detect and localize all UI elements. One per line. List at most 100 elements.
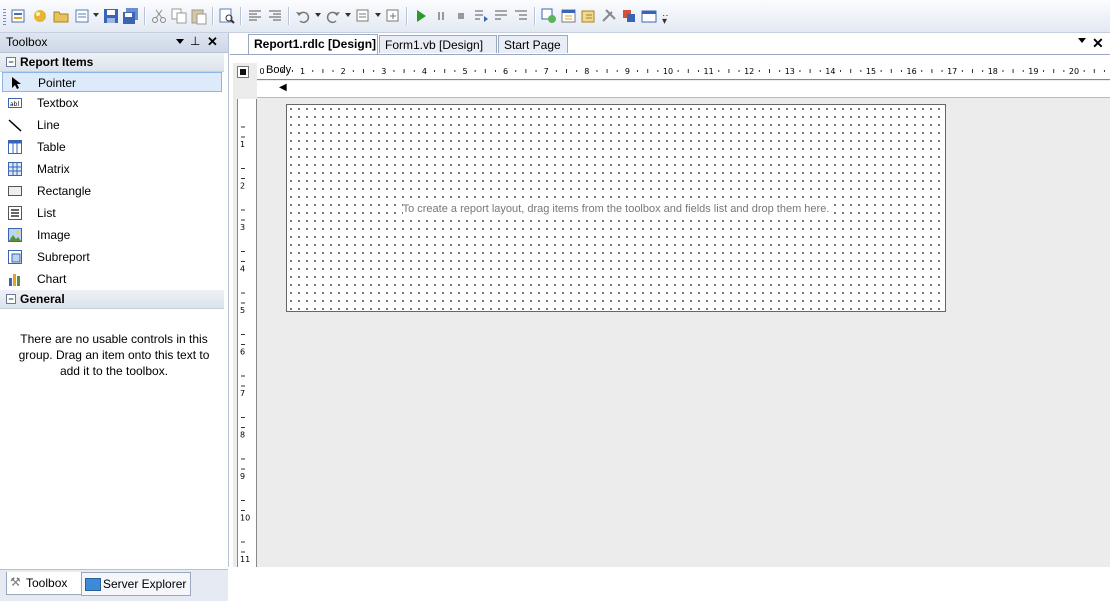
tab-toolbox[interactable]: ⚒ Toolbox bbox=[6, 572, 82, 595]
tab-report1-design[interactable]: Report1.rdlc [Design] bbox=[248, 34, 378, 54]
pointer-icon bbox=[12, 77, 21, 89]
collapse-icon[interactable]: − bbox=[6, 57, 16, 67]
stop-icon[interactable] bbox=[452, 7, 470, 25]
tab-form1-design[interactable]: Form1.vb [Design] bbox=[379, 35, 497, 53]
svg-text:abl: abl bbox=[10, 101, 19, 108]
auto-hide-pin-icon[interactable]: ⊥ bbox=[190, 34, 200, 48]
save-icon[interactable] bbox=[102, 7, 120, 25]
navigate-backward-icon[interactable] bbox=[354, 7, 372, 25]
ruler-tick-label: 8 bbox=[240, 431, 245, 440]
ruler-tick-label: 0 bbox=[259, 67, 264, 76]
new-project-icon[interactable] bbox=[10, 7, 28, 25]
horizontal-ruler: 0 1 2 3 4 5 6 7 8 9 10 11 12 13 14 15 16 17 18 19 20 bbox=[257, 63, 1110, 80]
ruler-tick-label: 11 bbox=[240, 555, 250, 564]
start-debugging-icon[interactable] bbox=[412, 7, 430, 25]
ruler-tick-label: 16 bbox=[907, 67, 917, 76]
category-label: Report Items bbox=[20, 55, 94, 69]
toolbox-title: Toolbox bbox=[6, 35, 48, 49]
chevron-down-icon[interactable] bbox=[315, 13, 321, 17]
toolbox-item-pointer[interactable]: Pointer bbox=[2, 72, 222, 92]
chevron-down-icon[interactable] bbox=[93, 13, 99, 17]
ruler-tick-label: 9 bbox=[240, 472, 245, 481]
navigate-forward-icon[interactable] bbox=[384, 7, 402, 25]
toolbox-item-image[interactable]: Image bbox=[2, 225, 222, 245]
cut-icon[interactable] bbox=[150, 7, 168, 25]
toolbar-overflow-icon[interactable]: ‥ ▾ bbox=[662, 9, 669, 27]
find-icon[interactable] bbox=[218, 7, 236, 25]
toolbox-item-label: Rectangle bbox=[37, 184, 92, 198]
ruler-tick-label: 3 bbox=[381, 67, 386, 76]
step-over-icon[interactable] bbox=[492, 7, 510, 25]
toolbox-item-line[interactable]: Line bbox=[2, 115, 222, 135]
body-selector-icon[interactable]: ◀ bbox=[279, 82, 287, 93]
toolbox-item-subreport[interactable]: Subreport bbox=[2, 247, 222, 267]
vertical-ruler: 1 2 3 4 5 6 7 8 9 10 11 bbox=[237, 99, 257, 567]
ruler-tick-label: 20 bbox=[1069, 67, 1079, 76]
toolbox-item-list[interactable]: List bbox=[2, 203, 222, 223]
step-out-icon[interactable] bbox=[512, 7, 530, 25]
add-new-item-icon[interactable] bbox=[73, 7, 91, 25]
other-windows-icon[interactable] bbox=[640, 7, 658, 25]
toolbox-icon[interactable] bbox=[600, 7, 618, 25]
save-all-icon[interactable] bbox=[122, 7, 140, 25]
ruler-tick-label: 10 bbox=[240, 514, 250, 523]
ruler-tick-label: 7 bbox=[544, 67, 549, 76]
toolbox-item-label: Image bbox=[37, 228, 71, 242]
toolbar-grip[interactable] bbox=[3, 9, 6, 25]
toolbox-item-matrix[interactable]: Matrix bbox=[2, 159, 222, 179]
chevron-down-icon[interactable] bbox=[345, 13, 351, 17]
toolbox-item-chart[interactable]: Chart bbox=[2, 269, 222, 289]
tab-server-explorer[interactable]: Server Explorer bbox=[81, 572, 191, 596]
ruler-tick-label: 4 bbox=[240, 265, 245, 274]
report-body-canvas[interactable]: To create a report layout, drag items fr… bbox=[286, 104, 946, 312]
step-into-icon[interactable] bbox=[472, 7, 490, 25]
toolbox-item-label: Table bbox=[37, 140, 66, 154]
textbox-icon: abl bbox=[8, 98, 22, 108]
close-document-icon[interactable]: ✕ bbox=[1092, 35, 1104, 52]
category-report-items[interactable]: − Report Items bbox=[0, 53, 224, 72]
category-general[interactable]: − General bbox=[0, 290, 224, 309]
body-section-bar: ◀ bbox=[257, 81, 1110, 98]
align-left-icon[interactable] bbox=[246, 7, 264, 25]
toolbox-close-icon[interactable]: ✕ bbox=[207, 34, 218, 50]
design-surface-hint: To create a report layout, drag items fr… bbox=[287, 203, 945, 215]
toolbox-item-rectangle[interactable]: Rectangle bbox=[2, 181, 222, 201]
ruler-tick-label: 17 bbox=[947, 67, 957, 76]
ruler-tick-label: 11 bbox=[704, 67, 714, 76]
rectangle-icon bbox=[8, 186, 22, 196]
active-files-menu-icon[interactable] bbox=[1078, 38, 1086, 43]
paste-icon[interactable] bbox=[190, 7, 208, 25]
tab-start-page[interactable]: Start Page bbox=[498, 35, 568, 53]
toolbox-item-label: Subreport bbox=[37, 250, 90, 264]
open-file-icon[interactable] bbox=[52, 7, 70, 25]
standard-toolbar: ‥ ▾ bbox=[0, 0, 1110, 33]
copy-icon[interactable] bbox=[170, 7, 188, 25]
toolbox-item-table[interactable]: Table bbox=[2, 137, 222, 157]
ruler-corner-button[interactable] bbox=[237, 66, 249, 78]
add-item-icon[interactable] bbox=[31, 7, 49, 25]
window-position-menu-icon[interactable] bbox=[176, 39, 184, 44]
align-right-icon[interactable] bbox=[266, 7, 284, 25]
class-view-icon[interactable] bbox=[620, 7, 638, 25]
ruler-tick-label: 4 bbox=[422, 67, 427, 76]
collapse-icon[interactable]: − bbox=[6, 294, 16, 304]
document-tabs: Report1.rdlc [Design] Form1.vb [Design] … bbox=[230, 33, 1110, 55]
undo-icon[interactable] bbox=[294, 7, 312, 25]
properties-window-icon[interactable] bbox=[560, 7, 578, 25]
list-icon bbox=[8, 206, 22, 220]
ruler-tick-label: 2 bbox=[240, 182, 245, 191]
ruler-tick-label: 15 bbox=[866, 67, 876, 76]
ruler-tick-label: 6 bbox=[240, 348, 245, 357]
category-label: General bbox=[20, 292, 65, 306]
object-browser-icon[interactable] bbox=[580, 7, 598, 25]
toolbox-item-label: List bbox=[37, 206, 56, 220]
solution-explorer-icon[interactable] bbox=[540, 7, 558, 25]
redo-icon[interactable] bbox=[324, 7, 342, 25]
toolbox-item-textbox[interactable]: abl Textbox bbox=[2, 93, 222, 113]
pause-icon[interactable] bbox=[432, 7, 450, 25]
ruler-tick-label: 8 bbox=[584, 67, 589, 76]
document-well: Report1.rdlc [Design] Form1.vb [Design] … bbox=[230, 33, 1110, 567]
ruler-tick-label: 12 bbox=[744, 67, 754, 76]
ruler-tick-label: 3 bbox=[240, 223, 245, 232]
chevron-down-icon[interactable] bbox=[375, 13, 381, 17]
